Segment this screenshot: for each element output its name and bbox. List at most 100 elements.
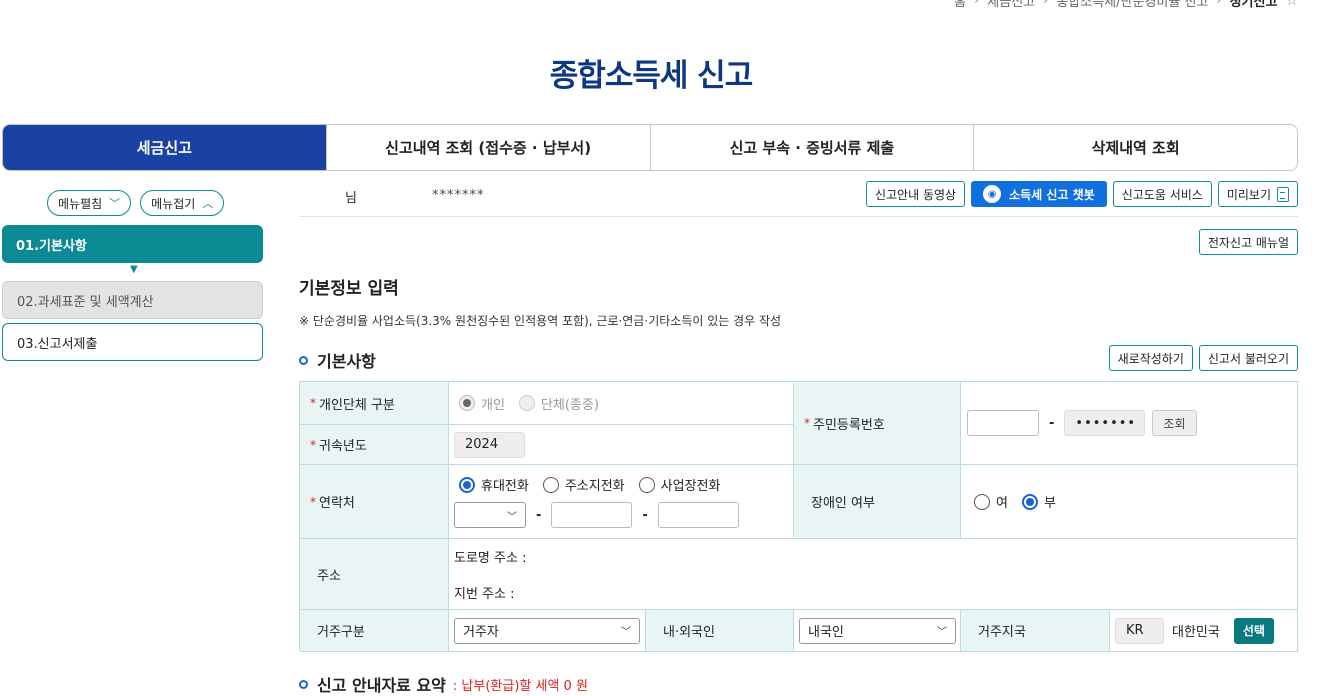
chevron-down-icon: ﹀ bbox=[621, 627, 631, 638]
year-field: 2024 bbox=[454, 431, 525, 458]
country-label-cell: 거주지국 bbox=[961, 610, 1110, 652]
chevron-up-icon: ︿ bbox=[202, 197, 214, 210]
chatbot-label: 소득세 신고 챗봇 bbox=[1009, 187, 1095, 202]
menu-expand-button[interactable]: 메뉴펼침 ﹀ bbox=[47, 190, 132, 216]
breadcrumb-income-tax[interactable]: 종합소득세/단순경비율 신고 bbox=[1056, 0, 1208, 10]
nationality-select[interactable]: 내국인 ﹀ bbox=[799, 617, 956, 644]
disabled-label-cell: 장애인 여부 bbox=[794, 465, 961, 539]
type-label-cell: * 개인단체 구분 bbox=[300, 382, 449, 425]
user-masked-id: ******* bbox=[432, 188, 485, 203]
contact-label: 연락처 bbox=[319, 496, 355, 511]
triangle-down-icon: ▼ bbox=[130, 264, 138, 275]
radio-icon bbox=[459, 395, 475, 411]
year-label-cell: * 귀속년도 bbox=[300, 425, 449, 465]
tab-attachments[interactable]: 신고 부속 · 증빙서류 제출 bbox=[649, 125, 974, 170]
type-option-group[interactable]: 단체(종중) bbox=[518, 394, 599, 413]
basic-info-title-text: 기본사항 bbox=[317, 352, 376, 371]
breadcrumb-tax-report[interactable]: 세금신고 bbox=[987, 0, 1035, 10]
toolbar: 신고안내 동영상 ◉ 소득세 신고 챗봇 신고도움 서비스 미리보기 bbox=[865, 181, 1298, 207]
contact-option-home[interactable]: 주소지전화 bbox=[542, 475, 625, 494]
sidebar-step-submit[interactable]: 03.신고서제출 bbox=[2, 323, 263, 361]
user-bar: 님 ******* 신고안내 동영상 ◉ 소득세 신고 챗봇 신고도움 서비스 … bbox=[299, 177, 1298, 217]
sidebar-step-tax-calc[interactable]: 02.과세표준 및 세액계산 bbox=[2, 281, 263, 319]
breadcrumb-home[interactable]: 홈 bbox=[954, 0, 966, 10]
menu-expand-label: 메뉴펼침 bbox=[58, 196, 103, 211]
section-actions: 새로작성하기 신고서 불러오기 bbox=[1108, 345, 1298, 371]
menu-collapse-label: 메뉴접기 bbox=[151, 196, 196, 211]
chevron-right-icon: › bbox=[974, 0, 980, 8]
type-options-cell: 개인 단체(종중) bbox=[449, 382, 794, 425]
residence-select[interactable]: 거주자 ﹀ bbox=[454, 617, 640, 644]
contact-value-cell: 휴대전화 주소지전화 사업장전화 ﹀ - - bbox=[449, 465, 794, 539]
new-write-button[interactable]: 새로작성하기 bbox=[1108, 345, 1193, 371]
summary-tax-amount: : 납부(환급)할 세액 0 원 bbox=[452, 678, 588, 694]
disabled-option-yes[interactable]: 여 bbox=[974, 492, 1008, 511]
sidebar-step-basic[interactable]: 01.기본사항 bbox=[2, 225, 263, 263]
contact-option-mobile-label: 휴대전화 bbox=[481, 479, 529, 494]
sidebar-menu-controls: 메뉴펼침 ﹀ 메뉴접기 ︿ bbox=[47, 190, 225, 216]
circle-bullet-icon bbox=[299, 679, 308, 689]
load-form-button[interactable]: 신고서 불러오기 bbox=[1198, 345, 1298, 371]
summary-title-text: 신고 안내자료 요약 bbox=[317, 676, 446, 695]
contact-option-mobile[interactable]: 휴대전화 bbox=[459, 475, 529, 494]
chevron-down-icon: ﹀ bbox=[109, 197, 121, 210]
chevron-right-icon: › bbox=[1216, 0, 1222, 8]
help-service-button[interactable]: 신고도움 서비스 bbox=[1112, 181, 1212, 207]
video-guide-button[interactable]: 신고안내 동영상 bbox=[865, 181, 966, 207]
phone-dash: - bbox=[642, 507, 648, 523]
phone-last-input[interactable] bbox=[657, 502, 739, 528]
country-value-cell: KR 대한민국 선택 bbox=[1110, 610, 1298, 652]
radio-icon bbox=[542, 476, 559, 493]
breadcrumb: 홈 › 세금신고 › 종합소득세/단순경비율 신고 › 정기신고 ☆ bbox=[954, 0, 1298, 10]
tab-report-history[interactable]: 신고내역 조회 (접수증 · 납부서) bbox=[325, 125, 650, 170]
tab-tax-report[interactable]: 세금신고 bbox=[3, 125, 326, 170]
menu-collapse-button[interactable]: 메뉴접기 ︿ bbox=[140, 190, 225, 216]
type-option-individual[interactable]: 개인 bbox=[459, 394, 505, 413]
type-option-group-label: 단체(종중) bbox=[540, 397, 599, 413]
user-name-suffix: 님 bbox=[345, 191, 357, 206]
rrn-front-input[interactable] bbox=[967, 410, 1039, 436]
radio-icon bbox=[638, 476, 655, 493]
lot-address-label: 지번 주소 : bbox=[454, 586, 515, 602]
country-name: 대한민국 bbox=[1172, 625, 1220, 640]
section-heading: 기본정보 입력 bbox=[299, 279, 399, 299]
radio-icon bbox=[518, 395, 535, 411]
breadcrumb-current: 정기신고 bbox=[1229, 0, 1278, 10]
chevron-down-icon: ﹀ bbox=[507, 511, 517, 523]
disabled-option-yes-label: 여 bbox=[996, 496, 1008, 511]
preview-button[interactable]: 미리보기 bbox=[1217, 181, 1298, 207]
chevron-down-icon: ﹀ bbox=[937, 627, 947, 638]
main-tabs: 세금신고 신고내역 조회 (접수증 · 납부서) 신고 부속 · 증빙서류 제출… bbox=[2, 124, 1298, 171]
contact-label-cell: * 연락처 bbox=[300, 465, 449, 539]
circle-bullet-icon bbox=[299, 355, 308, 365]
e-filing-manual-button[interactable]: 전자신고 매뉴얼 bbox=[1198, 229, 1298, 255]
star-icon[interactable]: ☆ bbox=[1285, 0, 1298, 9]
phone-dash: - bbox=[536, 507, 542, 523]
phone-middle-input[interactable] bbox=[551, 502, 633, 528]
section-note: ※ 단순경비율 사업소득(3.3% 원천징수된 인적용역 포함), 근로·연금·… bbox=[299, 314, 782, 328]
tab-deleted-history[interactable]: 삭제내역 조회 bbox=[973, 125, 1297, 170]
basic-info-title: 기본사항 bbox=[299, 348, 376, 372]
country-select-button[interactable]: 선택 bbox=[1233, 617, 1274, 644]
required-mark: * bbox=[310, 396, 316, 410]
disabled-option-no[interactable]: 부 bbox=[1021, 492, 1056, 511]
type-option-individual-label: 개인 bbox=[481, 397, 505, 413]
chevron-right-icon: › bbox=[1043, 0, 1049, 8]
phone-prefix-select[interactable]: ﹀ bbox=[454, 502, 526, 528]
rrn-lookup-button[interactable]: 조회 bbox=[1152, 410, 1197, 436]
radio-icon bbox=[974, 493, 990, 510]
country-code-field: KR bbox=[1115, 617, 1164, 644]
residence-value-cell: 거주자 ﹀ bbox=[449, 610, 646, 652]
document-icon bbox=[1277, 186, 1289, 202]
residence-label: 거주구분 bbox=[317, 625, 365, 640]
disabled-value-cell: 여 부 bbox=[961, 465, 1298, 539]
address-label-cell: 주소 bbox=[300, 539, 449, 610]
rrn-label: 주민등록번호 bbox=[813, 417, 885, 433]
summary-title: 신고 안내자료 요약 : 납부(환급)할 세액 0 원 bbox=[299, 672, 588, 696]
nationality-label: 내·외국인 bbox=[663, 625, 715, 640]
type-label: 개인단체 구분 bbox=[319, 397, 395, 413]
radio-checked-icon bbox=[459, 476, 475, 493]
contact-option-home-label: 주소지전화 bbox=[564, 479, 625, 494]
chatbot-button[interactable]: ◉ 소득세 신고 챗봇 bbox=[971, 181, 1107, 207]
contact-option-business[interactable]: 사업장전화 bbox=[638, 475, 720, 494]
